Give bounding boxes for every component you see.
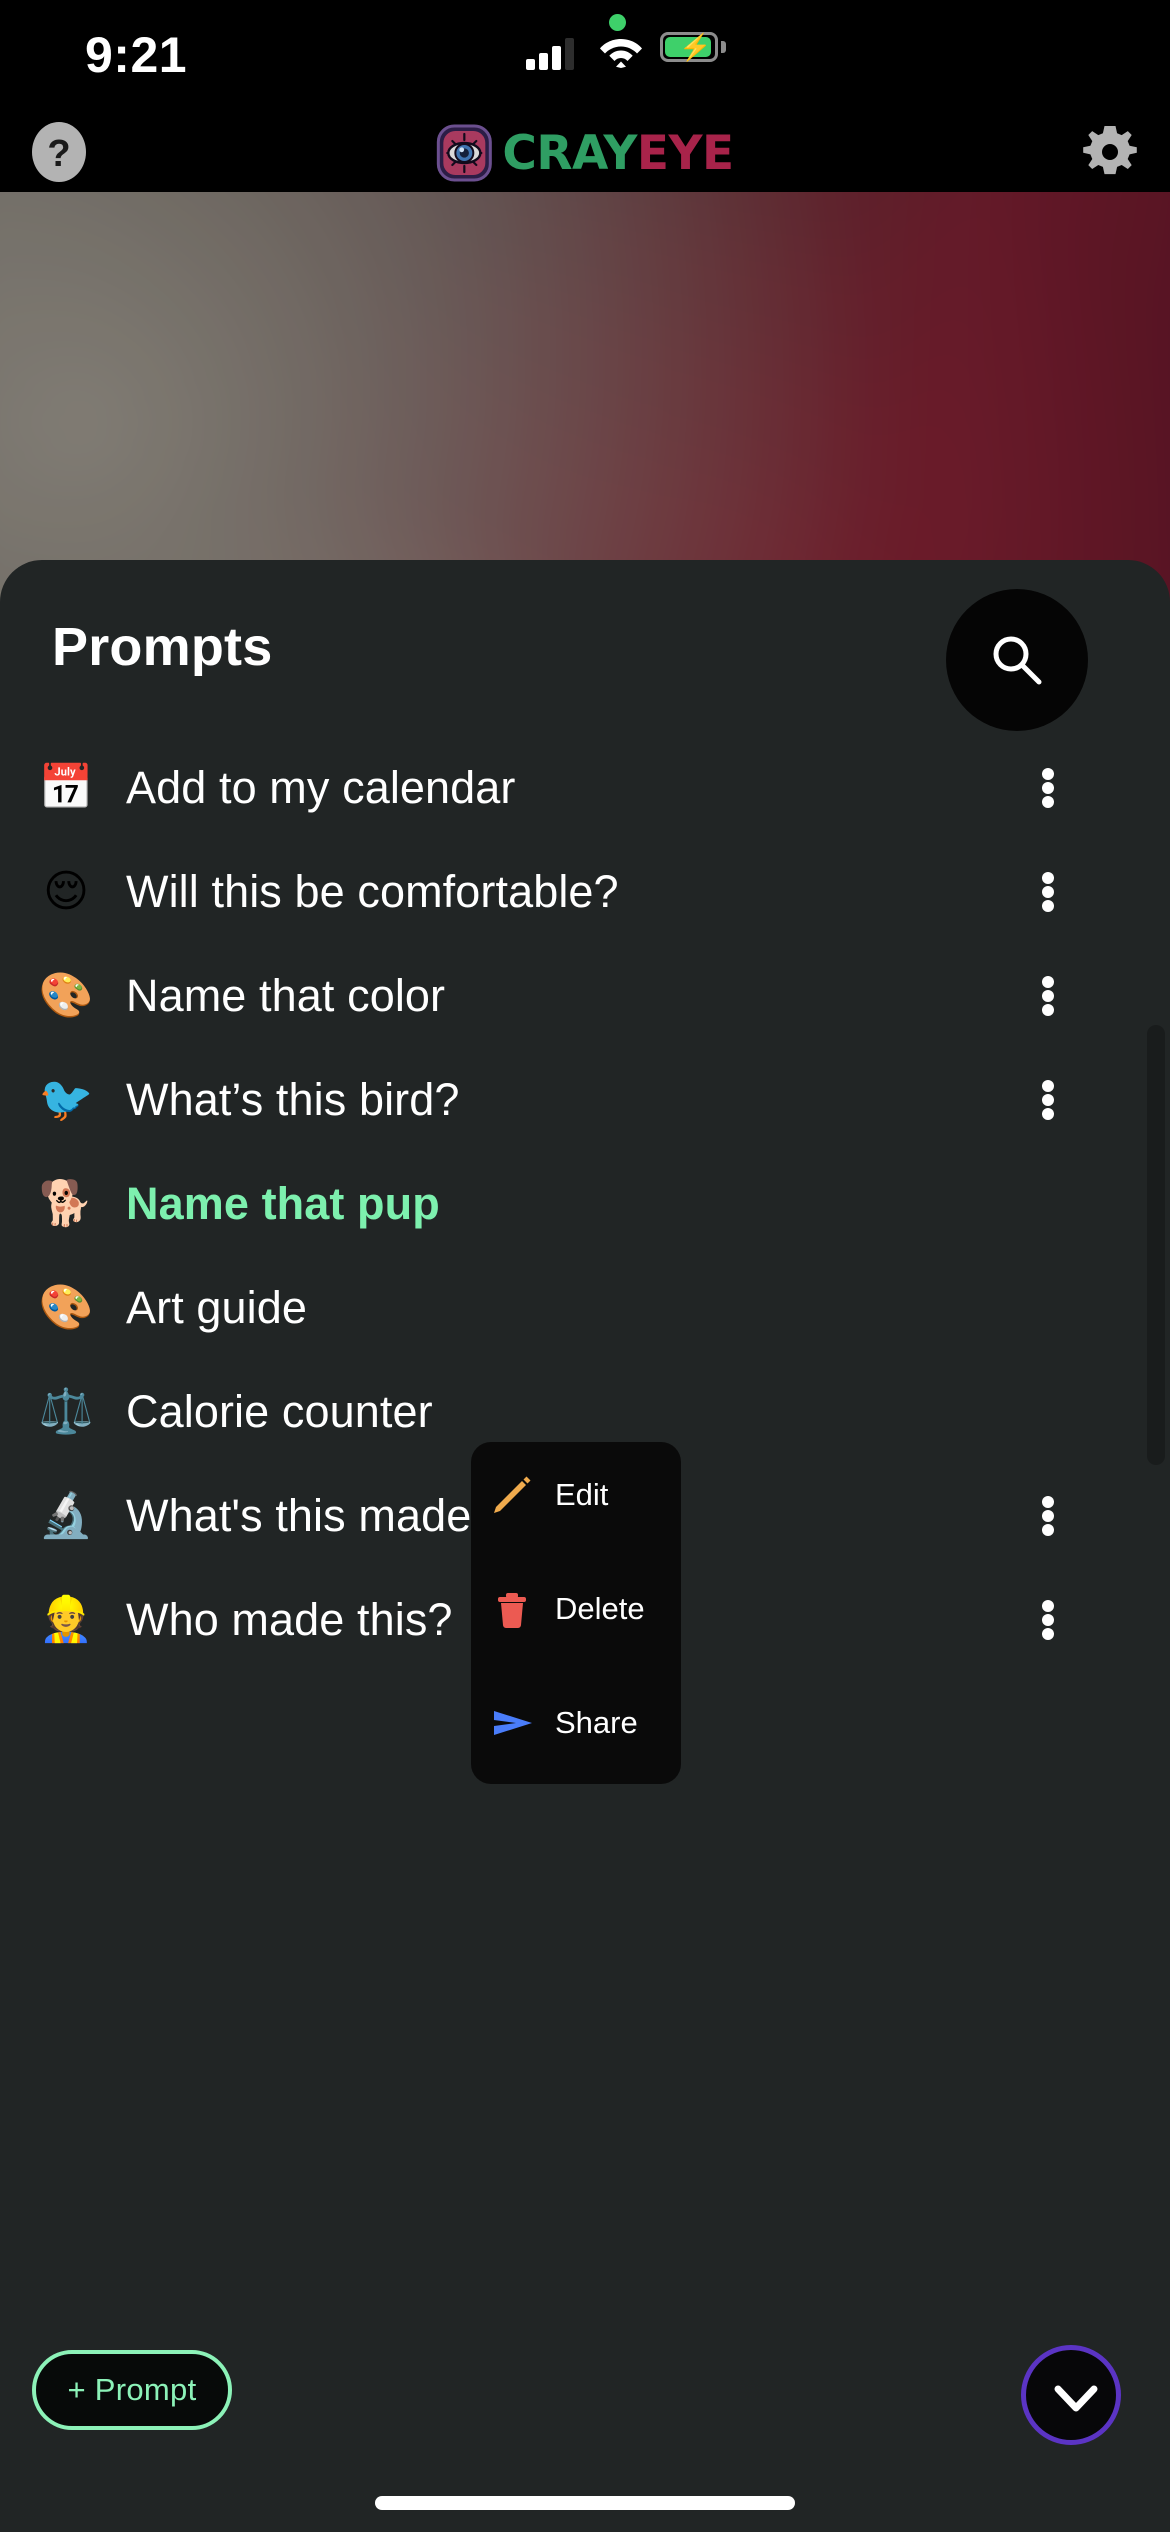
kebab-menu-icon[interactable] — [1027, 976, 1069, 1016]
add-prompt-label: + Prompt — [67, 2372, 197, 2407]
prompt-list-item-label: Name that pup — [126, 1178, 440, 1229]
page-title: Prompts — [52, 617, 273, 677]
list-scrollbar-thumb[interactable] — [1147, 1025, 1165, 1465]
row-context-menu[interactable]: Edit Delete Share — [471, 1442, 681, 1784]
context-menu-label-delete: Delete — [555, 1591, 645, 1626]
phone-screen: ? CRAYEYE 9:21 ⚡ Prompts 📅 Add to my cal… — [0, 0, 1170, 2532]
prompts-sheet-header: Prompts — [0, 560, 1170, 736]
prompts-sheet: Prompts 📅 Add to my calendar 😌 Will this be… — [0, 560, 1170, 2532]
search-icon — [993, 636, 1042, 685]
chevron-down-icon — [1054, 2385, 1098, 2412]
question-mark-circle-icon: ? — [32, 122, 86, 182]
relieved-face-emoji: 😌 — [43, 866, 89, 917]
recording-indicator-dot — [609, 14, 626, 31]
battery-cap — [721, 41, 726, 53]
lightning-bolt-icon: ⚡ — [679, 32, 712, 62]
trash-icon — [488, 1585, 536, 1633]
bird-emoji: 🐦 — [38, 1074, 94, 1125]
context-menu-item-edit[interactable]: Edit — [471, 1467, 681, 1523]
prompt-list-item-label: Who made this? — [126, 1594, 453, 1645]
send-icon — [488, 1699, 536, 1747]
prompt-list-item-label: Calorie counter — [126, 1386, 433, 1437]
prompt-list-item[interactable]: 🎨 Name that color — [0, 966, 1170, 1026]
context-menu-item-share[interactable]: Share — [471, 1695, 681, 1751]
home-indicator — [375, 2496, 795, 2510]
eye-logo-icon — [436, 124, 492, 182]
artist-palette-emoji: 🎨 — [38, 1282, 94, 1333]
kebab-menu-icon[interactable] — [1027, 1600, 1069, 1640]
construction-worker-emoji: 👷 — [38, 1594, 94, 1645]
app-header: ? CRAYEYE — [0, 112, 1170, 192]
balance-scale-emoji: ⚖️ — [38, 1386, 94, 1437]
prompt-list-item-label: Art guide — [126, 1282, 308, 1333]
pencil-icon — [488, 1471, 536, 1519]
brand-wordmark: CRAYEYE — [502, 125, 734, 181]
prompt-list-item-label: What’s this bird? — [126, 1074, 460, 1125]
prompt-list-item[interactable]: 📅 Add to my calendar — [0, 758, 1170, 818]
dog-emoji: 🐕 — [38, 1178, 94, 1229]
calendar-emoji: 📅 — [38, 762, 94, 813]
collapse-sheet-button[interactable] — [1021, 2345, 1121, 2445]
prompt-list-item[interactable]: 😌 Will this be comfortable? — [0, 862, 1170, 922]
microscope-emoji: 🔬 — [38, 1490, 94, 1541]
settings-button[interactable] — [1080, 122, 1140, 182]
prompt-list-item[interactable]: 🐕 Name that pup — [0, 1174, 1170, 1234]
kebab-menu-icon[interactable] — [1027, 872, 1069, 912]
wifi-icon — [600, 39, 642, 68]
kebab-menu-icon[interactable] — [1027, 768, 1069, 808]
prompt-list-item[interactable]: ⚖️ Calorie counter — [0, 1382, 1170, 1442]
prompt-list-item-label: Add to my calendar — [126, 762, 516, 813]
prompt-list-item[interactable]: 🐦 What’s this bird? — [0, 1070, 1170, 1130]
svg-text:?: ? — [47, 133, 70, 175]
prompt-list-item-label: Name that color — [126, 970, 446, 1021]
prompt-list-item[interactable]: 🎨 Art guide — [0, 1278, 1170, 1338]
prompt-list-item-label: Will this be comfortable? — [126, 866, 619, 917]
brand-text-cray: CRAY — [502, 125, 637, 181]
add-prompt-button[interactable]: + Prompt — [32, 2350, 232, 2430]
status-time: 9:21 — [85, 27, 188, 83]
kebab-menu-icon[interactable] — [1027, 1496, 1069, 1536]
context-menu-label-share: Share — [555, 1705, 638, 1740]
list-scrollbar[interactable] — [1147, 1025, 1165, 1925]
gear-icon — [1083, 126, 1137, 175]
kebab-menu-icon[interactable] — [1027, 1080, 1069, 1120]
battery-charging-icon: ⚡ — [660, 32, 718, 62]
search-button[interactable] — [946, 589, 1088, 731]
context-menu-label-edit: Edit — [555, 1477, 609, 1512]
context-menu-item-delete[interactable]: Delete — [471, 1581, 681, 1637]
status-bar: 9:21 ⚡ — [0, 0, 1170, 112]
brand-text-eye: EYE — [636, 125, 734, 181]
artist-palette-emoji: 🎨 — [38, 970, 94, 1021]
cellular-signal-icon — [526, 36, 584, 70]
app-logo: CRAYEYE — [436, 124, 734, 182]
help-button[interactable]: ? — [28, 121, 90, 183]
